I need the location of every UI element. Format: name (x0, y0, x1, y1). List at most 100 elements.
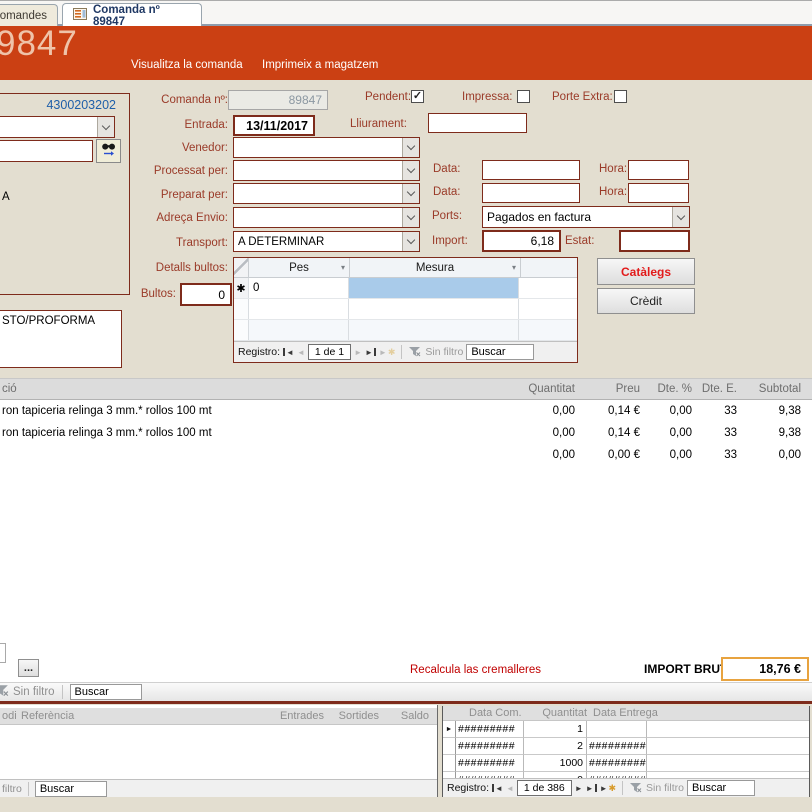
recalcula-cremalleres-link[interactable]: Recalcula las cremalleres (410, 664, 541, 676)
estat-label: Estat: (565, 235, 595, 247)
processat-combobox-arrow[interactable] (402, 161, 419, 180)
processat-data-field[interactable] (482, 160, 580, 180)
data-com-cell[interactable]: ######### (456, 772, 524, 778)
ports-combobox[interactable]: Pagados en factura (482, 206, 690, 228)
customer-combobox[interactable] (0, 116, 115, 138)
transport-combobox[interactable]: A DETERMINAR (233, 231, 420, 252)
venedor-combobox[interactable] (233, 137, 420, 158)
entrada-field[interactable]: 13/11/2017 (233, 115, 315, 136)
preparat-combobox[interactable] (233, 183, 420, 204)
column-dropdown-icon[interactable]: ▾ (341, 263, 345, 272)
main-sin-filtro-label[interactable]: Sin filtro (13, 686, 55, 698)
stock-search-input[interactable]: Buscar (34, 780, 107, 797)
customer-code[interactable]: 4300203202 (46, 98, 116, 112)
data-entrega-cell[interactable] (587, 721, 647, 738)
nav-prev-button[interactable]: ◄ (297, 348, 305, 357)
tab-comandes-label: comandes (0, 10, 47, 22)
lliurament-field[interactable] (428, 113, 527, 133)
processat-label: Processat per: (153, 165, 228, 177)
pendent-checkbox[interactable]: ✓ (411, 90, 424, 103)
record-selector[interactable] (443, 738, 456, 755)
processat-hora-field[interactable] (628, 160, 689, 180)
credit-button[interactable]: Crèdit (597, 288, 695, 314)
product-row[interactable]: 0,00 0,00 € 0,00 33 0,00 (0, 445, 812, 467)
customer-note: A (2, 191, 10, 203)
transport-combobox-arrow[interactable] (402, 232, 419, 251)
data-entrega-cell[interactable]: ######### (587, 755, 647, 772)
record-selector[interactable] (443, 772, 456, 778)
pending-row[interactable]: ► ######### 1 (443, 721, 809, 738)
product-row[interactable]: ron tapiceria relinga 3 mm.* rollos 100 … (0, 423, 812, 445)
quantitat-cell[interactable]: 0 (524, 772, 587, 778)
row-filler (519, 278, 577, 298)
preparat-hora-field[interactable] (628, 183, 689, 203)
venedor-value (234, 138, 402, 157)
main-search-input[interactable]: Buscar (69, 684, 142, 700)
quantitat-cell[interactable]: 1 (524, 721, 587, 738)
venedor-combobox-arrow[interactable] (402, 138, 419, 157)
nav-prev-button[interactable]: ◄ (506, 784, 514, 793)
nav-first-button[interactable]: ◄ (283, 348, 294, 357)
no-filter-indicator[interactable]: Sin filtro (408, 346, 463, 358)
preparat-combobox-arrow[interactable] (402, 184, 419, 203)
pes-cell-empty (249, 320, 349, 340)
preparat-data-field[interactable] (482, 183, 580, 203)
adreca-envio-combobox[interactable] (233, 207, 420, 228)
quantitat-cell[interactable]: 2 (524, 738, 587, 755)
datasheet-corner[interactable] (234, 258, 249, 277)
ports-combobox-arrow[interactable] (672, 207, 689, 227)
print-warehouse-link[interactable]: Imprimeix a magatzem (262, 59, 378, 71)
estat-field[interactable] (619, 230, 690, 252)
import-field[interactable]: 6,18 (482, 230, 561, 252)
view-order-link[interactable]: Visualitza la comanda (131, 59, 243, 71)
data-com-cell[interactable]: ######### (456, 738, 524, 755)
mesura-cell-selected[interactable] (349, 278, 519, 298)
datasheet-search-input[interactable]: Buscar (466, 344, 535, 360)
nav-last-button[interactable]: ► (586, 784, 597, 793)
dte-pct-column-header: Dte. % (657, 383, 692, 395)
processat-combobox[interactable] (233, 160, 420, 181)
proforma-box[interactable]: STO/PROFORMA (0, 310, 122, 368)
pending-row[interactable]: ######### 0 ######### (443, 772, 809, 778)
data-entrega-cell[interactable]: ######### (587, 738, 647, 755)
column-header-mesura[interactable]: Mesura ▾ (350, 258, 521, 277)
chevron-down-icon (406, 141, 416, 151)
porte-extra-checkbox[interactable] (614, 90, 627, 103)
data-com-cell[interactable]: ######### (456, 755, 524, 772)
pes-cell[interactable]: 0 (249, 278, 349, 298)
catalegs-button[interactable]: Catàlegs (597, 258, 695, 285)
adreca-combobox-arrow[interactable] (402, 208, 419, 227)
chevron-down-icon (101, 121, 111, 130)
nav-next-button[interactable]: ► (575, 784, 583, 793)
bultos-empty-row[interactable] (234, 299, 577, 320)
pending-row[interactable]: ######### 1000 ######### (443, 755, 809, 772)
product-row[interactable]: ron tapiceria relinga 3 mm.* rollos 100 … (0, 401, 812, 423)
nav-first-button[interactable]: ◄ (492, 784, 503, 793)
data-com-cell[interactable]: ######### (456, 721, 524, 738)
bultos-new-row[interactable]: ✱ 0 (234, 278, 577, 299)
tab-comanda-89847[interactable]: Comanda nº 89847 (62, 3, 202, 28)
pending-row[interactable]: ######### 2 ######### (443, 738, 809, 755)
bultos-empty-row[interactable] (234, 320, 577, 341)
impressa-checkbox[interactable] (517, 90, 530, 103)
record-position[interactable]: 1 de 1 (307, 344, 352, 360)
bultos-field[interactable]: 0 (180, 283, 232, 306)
nav-last-button[interactable]: ► (365, 348, 376, 357)
no-filter-indicator[interactable]: Sin filtro (629, 782, 684, 794)
data-entrega-cell[interactable]: ######### (587, 772, 647, 778)
quantitat-cell[interactable]: 1000 (524, 755, 587, 772)
nav-next-button[interactable]: ► (354, 348, 362, 357)
record-position[interactable]: 1 de 386 (516, 780, 572, 796)
more-options-button[interactable]: ... (18, 659, 39, 677)
nav-new-record-button[interactable]: ► ✱ (600, 783, 616, 794)
record-selector[interactable] (443, 755, 456, 772)
nav-new-record-button[interactable]: ► ✱ (379, 347, 395, 358)
column-dropdown-icon[interactable]: ▾ (512, 263, 516, 272)
customer-combobox-arrow[interactable] (97, 117, 114, 137)
stock-filtro-label[interactable]: filtro (2, 783, 22, 795)
pending-search-input[interactable]: Buscar (686, 780, 755, 796)
customer-search-button[interactable] (96, 139, 121, 163)
customer-search-input[interactable] (0, 140, 93, 162)
column-header-pes[interactable]: Pes ▾ (249, 258, 350, 277)
filter-icon[interactable] (0, 684, 9, 701)
